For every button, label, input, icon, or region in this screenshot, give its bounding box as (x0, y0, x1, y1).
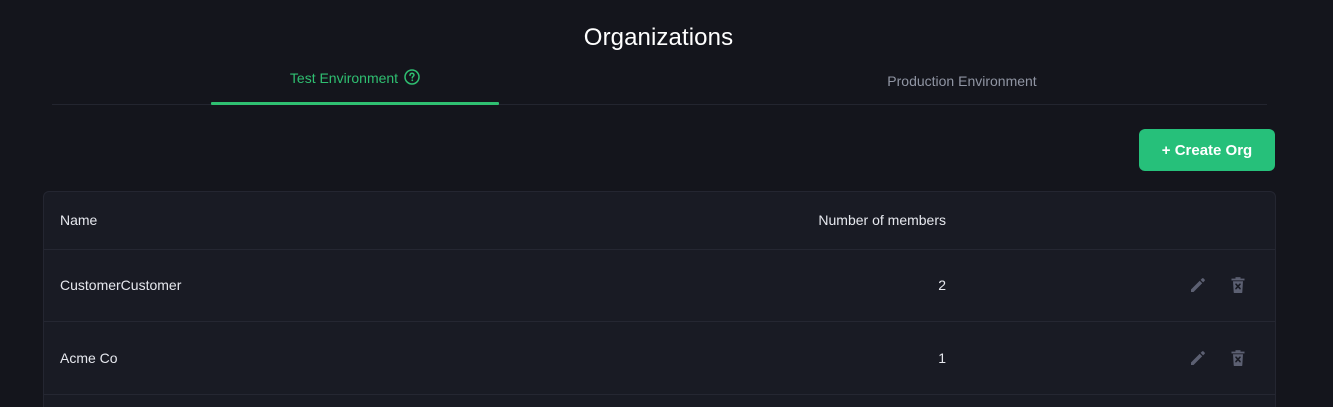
member-count-cell: 1 (938, 350, 946, 366)
table-row[interactable]: CustomerCustomer 2 (44, 249, 1275, 322)
column-header-name[interactable]: Name (60, 192, 97, 249)
org-name-cell: CustomerCustomer (60, 277, 182, 293)
delete-org-button[interactable] (1227, 274, 1249, 296)
tab-production-environment[interactable]: Production Environment (812, 58, 1112, 104)
table-row[interactable]: Acme Co 1 (44, 322, 1275, 395)
tab-test-environment-label: Test Environment (289, 70, 399, 86)
active-tab-indicator (211, 102, 499, 105)
organizations-page: Organizations Test Environment Productio… (0, 0, 1333, 407)
create-org-button[interactable]: + Create Org (1139, 129, 1275, 171)
pencil-icon (1191, 351, 1205, 365)
help-icon[interactable] (404, 69, 420, 85)
trash-x-icon (1231, 350, 1245, 366)
tab-production-environment-label: Production Environment (887, 73, 1037, 89)
org-name-cell: Acme Co (60, 350, 118, 366)
trash-x-icon (1231, 277, 1245, 293)
table-header: Name Number of members (44, 192, 1275, 250)
member-count-cell: 2 (938, 277, 946, 293)
tab-test-environment[interactable]: Test Environment (211, 58, 499, 105)
environment-tabs: Test Environment Production Environment (52, 58, 1267, 105)
page-title: Organizations (583, 24, 734, 51)
pencil-icon (1191, 278, 1205, 292)
column-header-members[interactable]: Number of members (818, 192, 946, 249)
delete-org-button[interactable] (1227, 347, 1249, 369)
edit-org-button[interactable] (1187, 347, 1209, 369)
edit-org-button[interactable] (1187, 274, 1209, 296)
organizations-table: Name Number of members CustomerCustomer … (43, 191, 1276, 407)
